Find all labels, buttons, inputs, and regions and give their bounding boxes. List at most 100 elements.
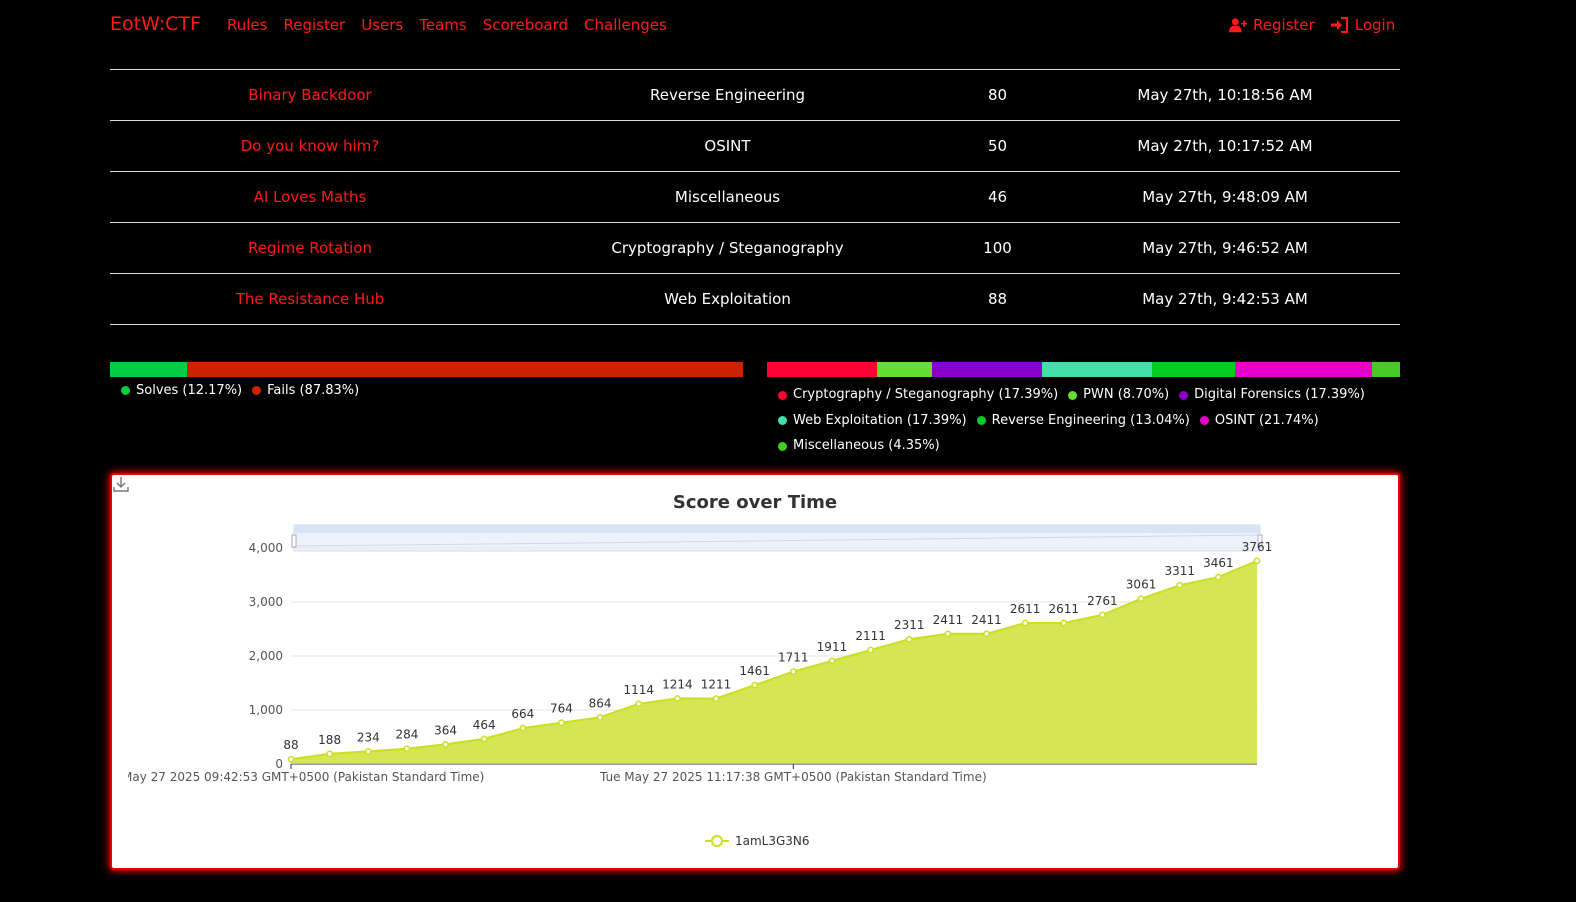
challenge-category: OSINT [704, 137, 751, 155]
solve-legend-label: Solves (12.17%) [136, 383, 243, 398]
data-point [905, 635, 913, 643]
solve-time: May 27th, 9:42:53 AM [1142, 290, 1308, 308]
y-tick-label: 4,000 [249, 541, 283, 555]
data-label: 1911 [817, 640, 848, 654]
data-label: 3761 [1242, 540, 1273, 554]
legend-dot-icon [778, 416, 787, 425]
score-chart-card: Score over Time 0 1,000 2,000 3,000 4,000 Tue… [112, 475, 1398, 868]
data-point [519, 724, 527, 732]
data-label: 188 [318, 733, 341, 747]
category-legend-item[interactable]: Web Exploitation (17.39%) [778, 409, 967, 433]
solve-legend-item[interactable]: Solves (12.17%) [121, 383, 242, 398]
legend-dot-icon [121, 386, 130, 395]
data-point [1137, 595, 1145, 603]
data-point [635, 700, 643, 708]
challenge-link[interactable]: AI Loves Maths [110, 188, 510, 206]
category-segment [1042, 362, 1153, 377]
data-label: 2611 [1010, 602, 1041, 616]
challenge-link[interactable]: Regime Rotation [110, 239, 510, 257]
table-row-partial [110, 20, 1400, 70]
table-row: Binary Backdoor Reverse Engineering 80 M… [110, 70, 1400, 121]
category-legend-item[interactable]: Cryptography / Steganography (17.39%) [778, 383, 1058, 407]
data-label: 2611 [1049, 602, 1080, 616]
data-point [1215, 573, 1222, 581]
challenge-link[interactable]: The Resistance Hub [110, 290, 510, 308]
data-label: 1211 [701, 678, 732, 692]
data-label: 364 [434, 723, 457, 737]
data-point [596, 713, 604, 721]
score-chart: 0 1,000 2,000 3,000 4,000 Tue May 27 2025 09:… [112, 524, 1273, 848]
legend-dot-icon [1068, 390, 1078, 400]
data-label: 2111 [855, 629, 886, 643]
data-label: 664 [511, 707, 534, 721]
challenge-value: 100 [983, 239, 1012, 257]
category-legend-label: Cryptography / Steganography (17.39%) [793, 387, 1059, 402]
datazoom-handle-left [291, 534, 297, 548]
solve-time: May 27th, 10:18:56 AM [1137, 86, 1313, 104]
x-tick-label: Tue May 27 2025 09:42:53 GMT+0500 (Pakis… [112, 770, 484, 784]
y-tick-label: 3,000 [249, 595, 283, 609]
category-legend-label: Digital Forensics (17.39%) [1194, 387, 1365, 402]
data-label: 1711 [778, 651, 809, 665]
data-label: 1114 [623, 683, 654, 697]
table-row: AI Loves Maths Miscellaneous 46 May 27th… [110, 172, 1400, 223]
legend-dot-icon [252, 386, 262, 395]
data-point [558, 719, 565, 727]
category-segment [1372, 362, 1400, 377]
data-point [326, 750, 333, 758]
challenge-value: 80 [987, 86, 1008, 104]
table-row: Do you know him? OSINT 50 May 27th, 10:1… [110, 121, 1400, 172]
data-point [789, 668, 797, 675]
solve-legend-item[interactable]: Fails (87.83%) [252, 383, 359, 398]
category-legend-label: Miscellaneous (4.35%) [793, 438, 940, 453]
data-point [1253, 557, 1261, 565]
data-point [674, 695, 681, 702]
data-label: 864 [589, 696, 612, 710]
category-breakdown-bar [767, 362, 1400, 377]
data-point [1021, 619, 1029, 627]
data-label: 88 [283, 738, 298, 752]
challenge-link[interactable]: Binary Backdoor [110, 86, 510, 104]
legend-series-label: 1amL3G3N6 [735, 834, 810, 848]
category-legend-label: PWN (8.70%) [1083, 387, 1170, 402]
category-segment [767, 362, 878, 377]
data-point [867, 646, 874, 654]
solve-percentage-bar [110, 362, 743, 377]
solve-percentage-legend: Solves (12.17%) Fails (87.83%) [121, 383, 741, 399]
solve-segment [187, 362, 743, 377]
challenge-category: Miscellaneous [674, 188, 781, 206]
data-label: 2311 [894, 618, 925, 632]
legend-dot-icon [1199, 416, 1209, 425]
y-tick-label: 2,000 [249, 649, 283, 663]
data-label: 3061 [1126, 578, 1157, 592]
data-point [944, 630, 952, 638]
challenge-link[interactable]: Do you know him? [110, 137, 510, 155]
data-label: 2761 [1087, 594, 1118, 608]
category-legend-item[interactable]: PWN (8.70%) [1068, 383, 1169, 407]
legend-dot-icon [1179, 390, 1189, 400]
solve-time: May 27th, 10:17:52 AM [1137, 137, 1313, 155]
data-point [1099, 611, 1106, 619]
legend-marker-icon [711, 835, 723, 847]
category-legend-label: Web Exploitation (17.39%) [793, 412, 967, 428]
y-tick-label: 1,000 [249, 703, 283, 717]
solve-time: May 27th, 9:46:52 AM [1142, 239, 1308, 257]
data-label: 3461 [1203, 556, 1234, 570]
challenge-value: 46 [987, 188, 1008, 206]
data-label: 1214 [662, 677, 693, 691]
category-legend-item[interactable]: Miscellaneous (4.35%) [778, 434, 940, 458]
data-point [442, 740, 449, 748]
category-legend-item[interactable]: Reverse Engineering (13.04%) [976, 409, 1190, 433]
category-legend-item[interactable]: Digital Forensics (17.39%) [1179, 383, 1365, 407]
solves-table: Binary Backdoor Reverse Engineering 80 M… [110, 20, 1400, 325]
category-legend-label: OSINT (21.74%) [1214, 412, 1319, 428]
solve-time: May 27th, 9:48:09 AM [1142, 188, 1308, 206]
category-legend-item[interactable]: OSINT (21.74%) [1199, 409, 1319, 433]
data-point [751, 681, 759, 689]
data-point [287, 755, 295, 763]
data-label: 284 [395, 728, 418, 742]
data-point [1176, 581, 1184, 589]
solve-segment [110, 362, 188, 377]
data-point [403, 745, 411, 753]
table-row: Regime Rotation Cryptography / Steganogr… [110, 223, 1400, 274]
